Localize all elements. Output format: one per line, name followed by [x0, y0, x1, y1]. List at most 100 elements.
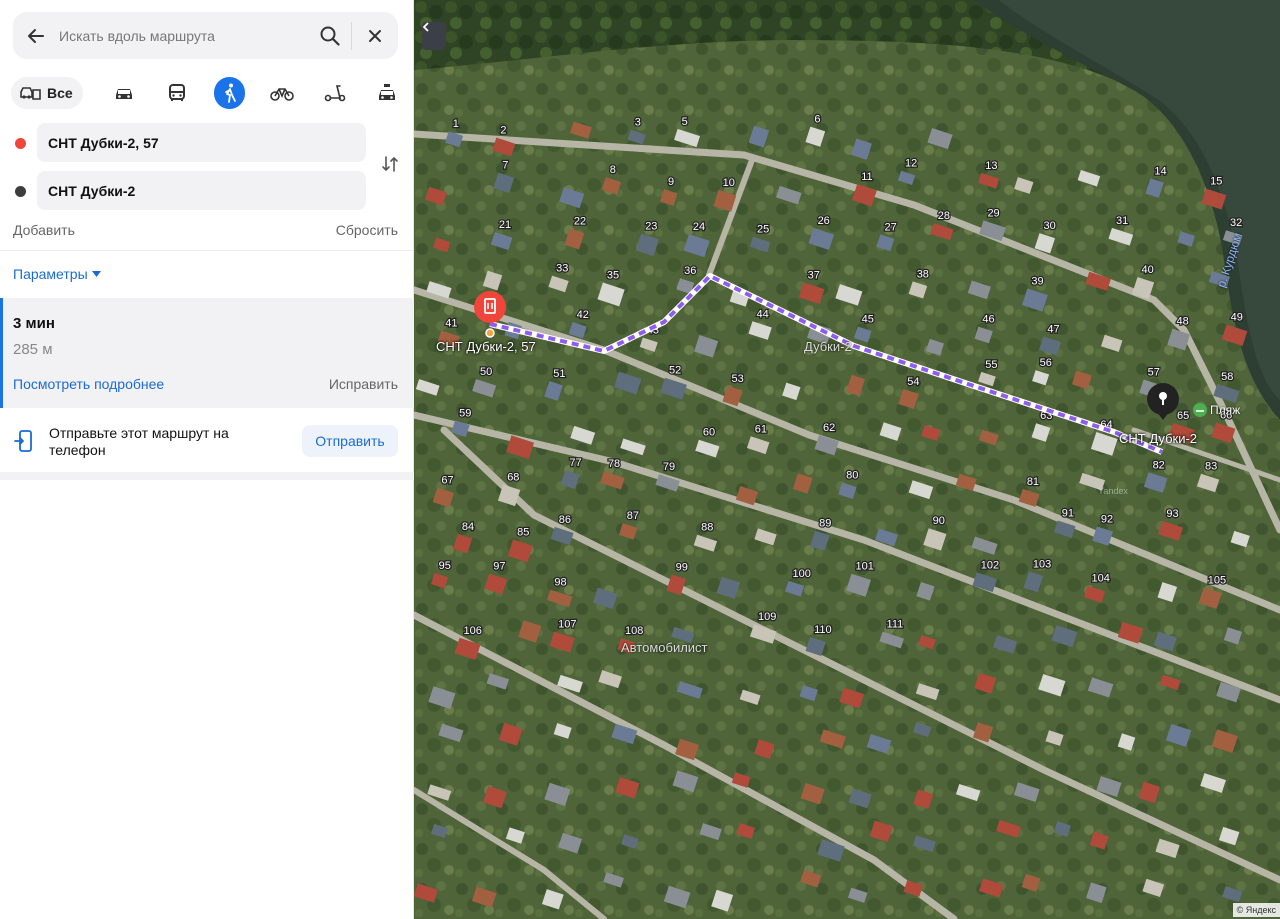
house-number-label: 27 [884, 221, 896, 233]
route-actions: Добавить Сбросить [13, 222, 398, 238]
house-number-label: 79 [663, 461, 675, 473]
search-button[interactable] [309, 12, 351, 59]
house-number-label: 104 [1091, 573, 1109, 585]
house-number-label: 42 [577, 309, 589, 321]
send-button[interactable]: Отправить [302, 425, 398, 457]
parameters-dropdown[interactable]: Параметры [13, 266, 101, 282]
add-point-link[interactable]: Добавить [13, 222, 75, 238]
house-number-label: 49 [1231, 311, 1243, 323]
house-number-label: 90 [933, 515, 945, 527]
house-number-label: 51 [553, 368, 565, 380]
house-number-label: 55 [985, 359, 997, 371]
vegetation [414, 0, 1280, 919]
house-number-label: 100 [793, 568, 811, 580]
end-label: СНТ Дубки-2 [1119, 431, 1198, 446]
route-search-input[interactable] [59, 12, 309, 59]
mode-scooter-button[interactable] [319, 77, 351, 109]
house-number-label: 7 [502, 160, 508, 172]
house-number-label: 83 [1205, 461, 1217, 473]
house-number-label: 106 [464, 625, 482, 637]
house-number-label: 82 [1153, 459, 1165, 471]
house-number-label: 21 [499, 219, 511, 231]
bus-icon [169, 84, 185, 101]
house-number-label: 91 [1062, 507, 1074, 519]
house-number-label: 14 [1154, 165, 1166, 177]
mode-pedestrian-button[interactable] [213, 77, 246, 109]
house-number-label: 65 [1177, 410, 1189, 422]
house-number-label: 109 [758, 611, 776, 623]
house-number-label: 10 [723, 177, 735, 189]
bicycle-icon [270, 88, 294, 101]
house-number-label: 101 [856, 561, 874, 573]
route-search-bar [13, 12, 398, 59]
from-field[interactable]: СНТ Дубки-2, 57 [37, 123, 366, 162]
house-number-label: 97 [493, 561, 505, 573]
house-number-label: 36 [684, 265, 696, 277]
route-point-from: СНТ Дубки-2, 57 [0, 123, 414, 163]
house-number-label: 38 [917, 268, 929, 280]
house-number-label: 31 [1116, 215, 1128, 227]
yandex-watermark: Yandex [1098, 486, 1128, 496]
house-number-label: 54 [907, 376, 919, 388]
mode-all-button[interactable]: Все [11, 77, 83, 109]
mode-taxi-button[interactable] [371, 77, 403, 109]
house-number-label: 12 [905, 158, 917, 170]
beach-label: Пляж [1210, 403, 1241, 417]
house-number-label: 6 [814, 114, 820, 126]
house-number-label: 2 [500, 125, 506, 137]
collapse-panel-button[interactable] [422, 22, 446, 50]
start-label: СНТ Дубки-2, 57 [436, 339, 536, 354]
close-icon [369, 29, 381, 42]
route-distance: 285 м [13, 341, 53, 358]
house-number-label: 53 [732, 373, 744, 385]
house-number-label: 86 [559, 514, 571, 526]
multi-transport-icon [20, 87, 41, 100]
house-number-label: 77 [569, 457, 581, 469]
house-number-label: 59 [459, 407, 471, 419]
triangle-down-icon [91, 271, 101, 277]
scooter-icon [324, 85, 345, 102]
house-number-label: 15 [1210, 176, 1222, 188]
car-icon [116, 89, 133, 99]
house-number-label: 58 [1221, 371, 1233, 383]
mode-car-button[interactable] [109, 77, 141, 109]
beach-marker[interactable] [1193, 403, 1207, 417]
mode-bicycle-button[interactable] [266, 77, 298, 109]
house-number-label: 68 [507, 471, 519, 483]
satellite-map[interactable]: 1 2 3 5 6 7 8 9 10 11 12 13 14 15 21 22 23 24 25 26 27 28 29 30… [414, 0, 1280, 919]
taxi-icon [379, 84, 396, 100]
arrow-left-icon [28, 28, 44, 43]
route-duration: 3 мин [13, 315, 55, 332]
house-number-label: 56 [1040, 357, 1052, 369]
house-number-label: 85 [517, 526, 529, 538]
details-link[interactable]: Посмотреть подробнее [13, 376, 164, 392]
house-number-label: 8 [610, 164, 616, 176]
house-number-label: 33 [556, 263, 568, 275]
house-number-label: 105 [1208, 574, 1226, 586]
house-number-label: 29 [987, 207, 999, 219]
pedestrian-icon [224, 83, 236, 103]
house-number-label: 41 [445, 317, 457, 329]
house-number-label: 80 [846, 469, 858, 481]
back-button[interactable] [13, 12, 59, 59]
house-number-label: 61 [755, 423, 767, 435]
house-number-label: 92 [1101, 513, 1113, 525]
close-button[interactable] [352, 12, 398, 59]
to-field[interactable]: СНТ Дубки-2 [37, 171, 366, 210]
house-number-label: 1 [453, 118, 459, 130]
route-result-card[interactable]: 3 мин 285 м Посмотреть подробнее Исправи… [0, 298, 414, 408]
house-number-label: 81 [1027, 476, 1039, 488]
swap-points-button[interactable] [376, 150, 404, 178]
reset-link[interactable]: Сбросить [336, 222, 398, 238]
house-number-label: 25 [757, 224, 769, 236]
mode-bus-button[interactable] [161, 77, 193, 109]
fix-link[interactable]: Исправить [329, 376, 398, 392]
end-point-icon [15, 186, 26, 197]
route-point-to: СНТ Дубки-2 [0, 171, 414, 211]
copyright: © Яндекс [1232, 903, 1280, 917]
house-number-label: 98 [554, 577, 566, 589]
house-number-label: 11 [861, 171, 872, 183]
house-number-label: 13 [985, 160, 997, 172]
house-number-label: 67 [441, 474, 453, 486]
house-number-label: 88 [701, 522, 713, 534]
